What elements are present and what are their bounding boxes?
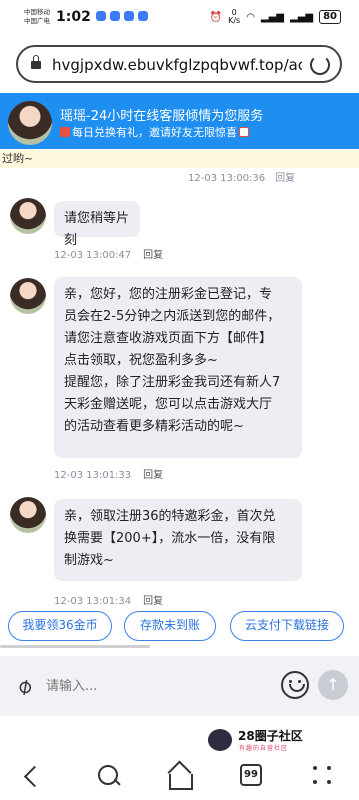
home-icon[interactable] <box>161 760 197 792</box>
message-time: 12-03 13:01:33 <box>54 470 132 481</box>
net-speed-unit: K/s <box>228 16 241 25</box>
alarm-icon: ⏰ <box>209 11 223 23</box>
app-notification-icon <box>96 11 106 21</box>
notice-banner: 过哟~ <box>0 150 359 168</box>
watermark: 28圈子社区 有趣的自营社区 <box>208 727 358 753</box>
agent-avatar <box>10 278 46 314</box>
url-text[interactable]: hvgjpxdw.ebuvkfglzpqbvwf.top/ac <box>52 56 302 74</box>
signal-icon: ▂▄▆ <box>260 11 284 23</box>
message-line: 请您注意查收游戏页面下方【邮件】 <box>64 331 273 346</box>
tabs-icon[interactable]: 99 <box>233 760 269 792</box>
gift-icon <box>60 127 70 137</box>
quick-reply-button[interactable]: 我要领36金币 <box>8 611 112 641</box>
lock-icon[interactable] <box>31 55 41 69</box>
browser-bottom-nav: 99 <box>0 752 359 800</box>
quick-replies: 我要领36金币 存款未到账 云支付下载链接 <box>0 611 359 645</box>
horizontal-scrollbar[interactable] <box>0 645 150 648</box>
message-input-bar: ⌀ ↑ <box>0 656 359 716</box>
back-icon[interactable] <box>18 760 54 792</box>
message-line: 天彩金赠送呢，您可以点击游戏大厅 <box>64 397 273 412</box>
menu-icon[interactable] <box>305 760 341 792</box>
message-line: 换需要【200+】，流水一倍，没有限 <box>64 531 276 546</box>
status-indicators: ⏰ 0 K/s ◠ ▂▄▆ ▂▄▆ 80 <box>210 9 341 25</box>
app-notification-icon <box>138 11 148 21</box>
message-line: 点击领取，祝您盈利多多~ <box>64 353 218 368</box>
app-notification-icon <box>124 11 134 21</box>
message-meta: 12-03 13:01:33 回复 <box>54 466 163 481</box>
agent-avatar <box>8 101 52 145</box>
message-line: 的活动查看更多精彩活动的呢~ <box>64 419 244 434</box>
message-input[interactable] <box>46 666 276 706</box>
previous-message-meta: 12-03 13:00:36 回复 <box>188 169 295 184</box>
net-speed: 0 K/s <box>228 9 240 25</box>
message-line: 提醒您，除了注册彩金我司还有新人7 <box>64 375 281 390</box>
address-bar[interactable]: hvgjpxdw.ebuvkfglzpqbvwf.top/ac <box>16 45 342 83</box>
battery-indicator: 80 <box>319 10 341 24</box>
message-line: 亲，领取注册36的特邀彩金，首次兑 <box>64 509 276 524</box>
notification-icons <box>96 11 148 21</box>
send-icon[interactable]: ↑ <box>318 670 348 700</box>
watermark-title: 28圈子社区 <box>238 729 303 743</box>
carrier-info: 中国移动 中国广电 <box>24 8 50 26</box>
agent-avatar <box>10 497 46 533</box>
reload-icon[interactable] <box>310 55 330 75</box>
carrier-secondary: 中国广电 <box>24 17 50 25</box>
signal-icon: ▂▄▆ <box>290 11 314 23</box>
watermark-logo <box>208 729 232 751</box>
message-line: 员会在2-5分钟之内派送到您的邮件， <box>64 309 281 324</box>
message-time: 12-03 13:01:34 <box>54 596 132 607</box>
status-bar: 中国移动 中国广电 1:02 ⏰ 0 K/s ◠ ▂▄▆ ▂▄▆ 80 <box>0 0 359 36</box>
status-time: 1:02 <box>56 9 91 25</box>
message-bubble: 亲，您好，您的注册彩金已登记，专 员会在2-5分钟之内派送到您的邮件， 请您注意… <box>54 277 302 458</box>
chat-header: 瑶瑶-24小时在线客服倾情为您服务 每日兑换有礼，邀请好友无限惊喜 <box>0 93 359 149</box>
message-line: 制游戏~ <box>64 553 114 568</box>
dice-icon <box>239 127 249 137</box>
attachment-icon[interactable]: ⌀ <box>7 669 43 705</box>
search-icon[interactable] <box>90 760 126 792</box>
reply-link[interactable]: 回复 <box>143 470 163 481</box>
message-time: 12-03 13:00:47 <box>54 250 132 261</box>
quick-reply-button[interactable]: 云支付下载链接 <box>230 611 344 641</box>
app-notification-icon <box>110 11 120 21</box>
agent-avatar <box>10 198 46 234</box>
carrier-primary: 中国移动 <box>24 8 50 16</box>
message-bubble: 请您稍等片刻 <box>54 201 140 248</box>
message-bubble: 亲，领取注册36的特邀彩金，首次兑 换需要【200+】，流水一倍，没有限 制游戏… <box>54 499 302 581</box>
tab-count[interactable]: 99 <box>240 764 262 786</box>
reply-link[interactable]: 回复 <box>143 596 163 607</box>
message-time: 12-03 13:00:36 <box>188 173 266 184</box>
wifi-icon: ◠ <box>246 11 255 23</box>
emoji-icon[interactable] <box>281 671 309 699</box>
chat-header-subtitle: 每日兑换有礼，邀请好友无限惊喜 <box>60 124 249 140</box>
reply-link[interactable]: 回复 <box>143 250 163 261</box>
message-meta: 12-03 13:00:47 回复 <box>54 246 163 261</box>
quick-reply-button[interactable]: 存款未到账 <box>124 611 216 641</box>
reply-link[interactable]: 回复 <box>275 173 295 184</box>
watermark-subtitle: 有趣的自营社区 <box>239 745 289 752</box>
message-line: 亲，您好，您的注册彩金已登记，专 <box>64 287 273 302</box>
message-meta: 12-03 13:01:34 回复 <box>54 592 163 607</box>
chat-header-subtitle-text: 每日兑换有礼，邀请好友无限惊喜 <box>72 126 237 139</box>
chat-header-title: 瑶瑶-24小时在线客服倾情为您服务 <box>60 109 264 124</box>
